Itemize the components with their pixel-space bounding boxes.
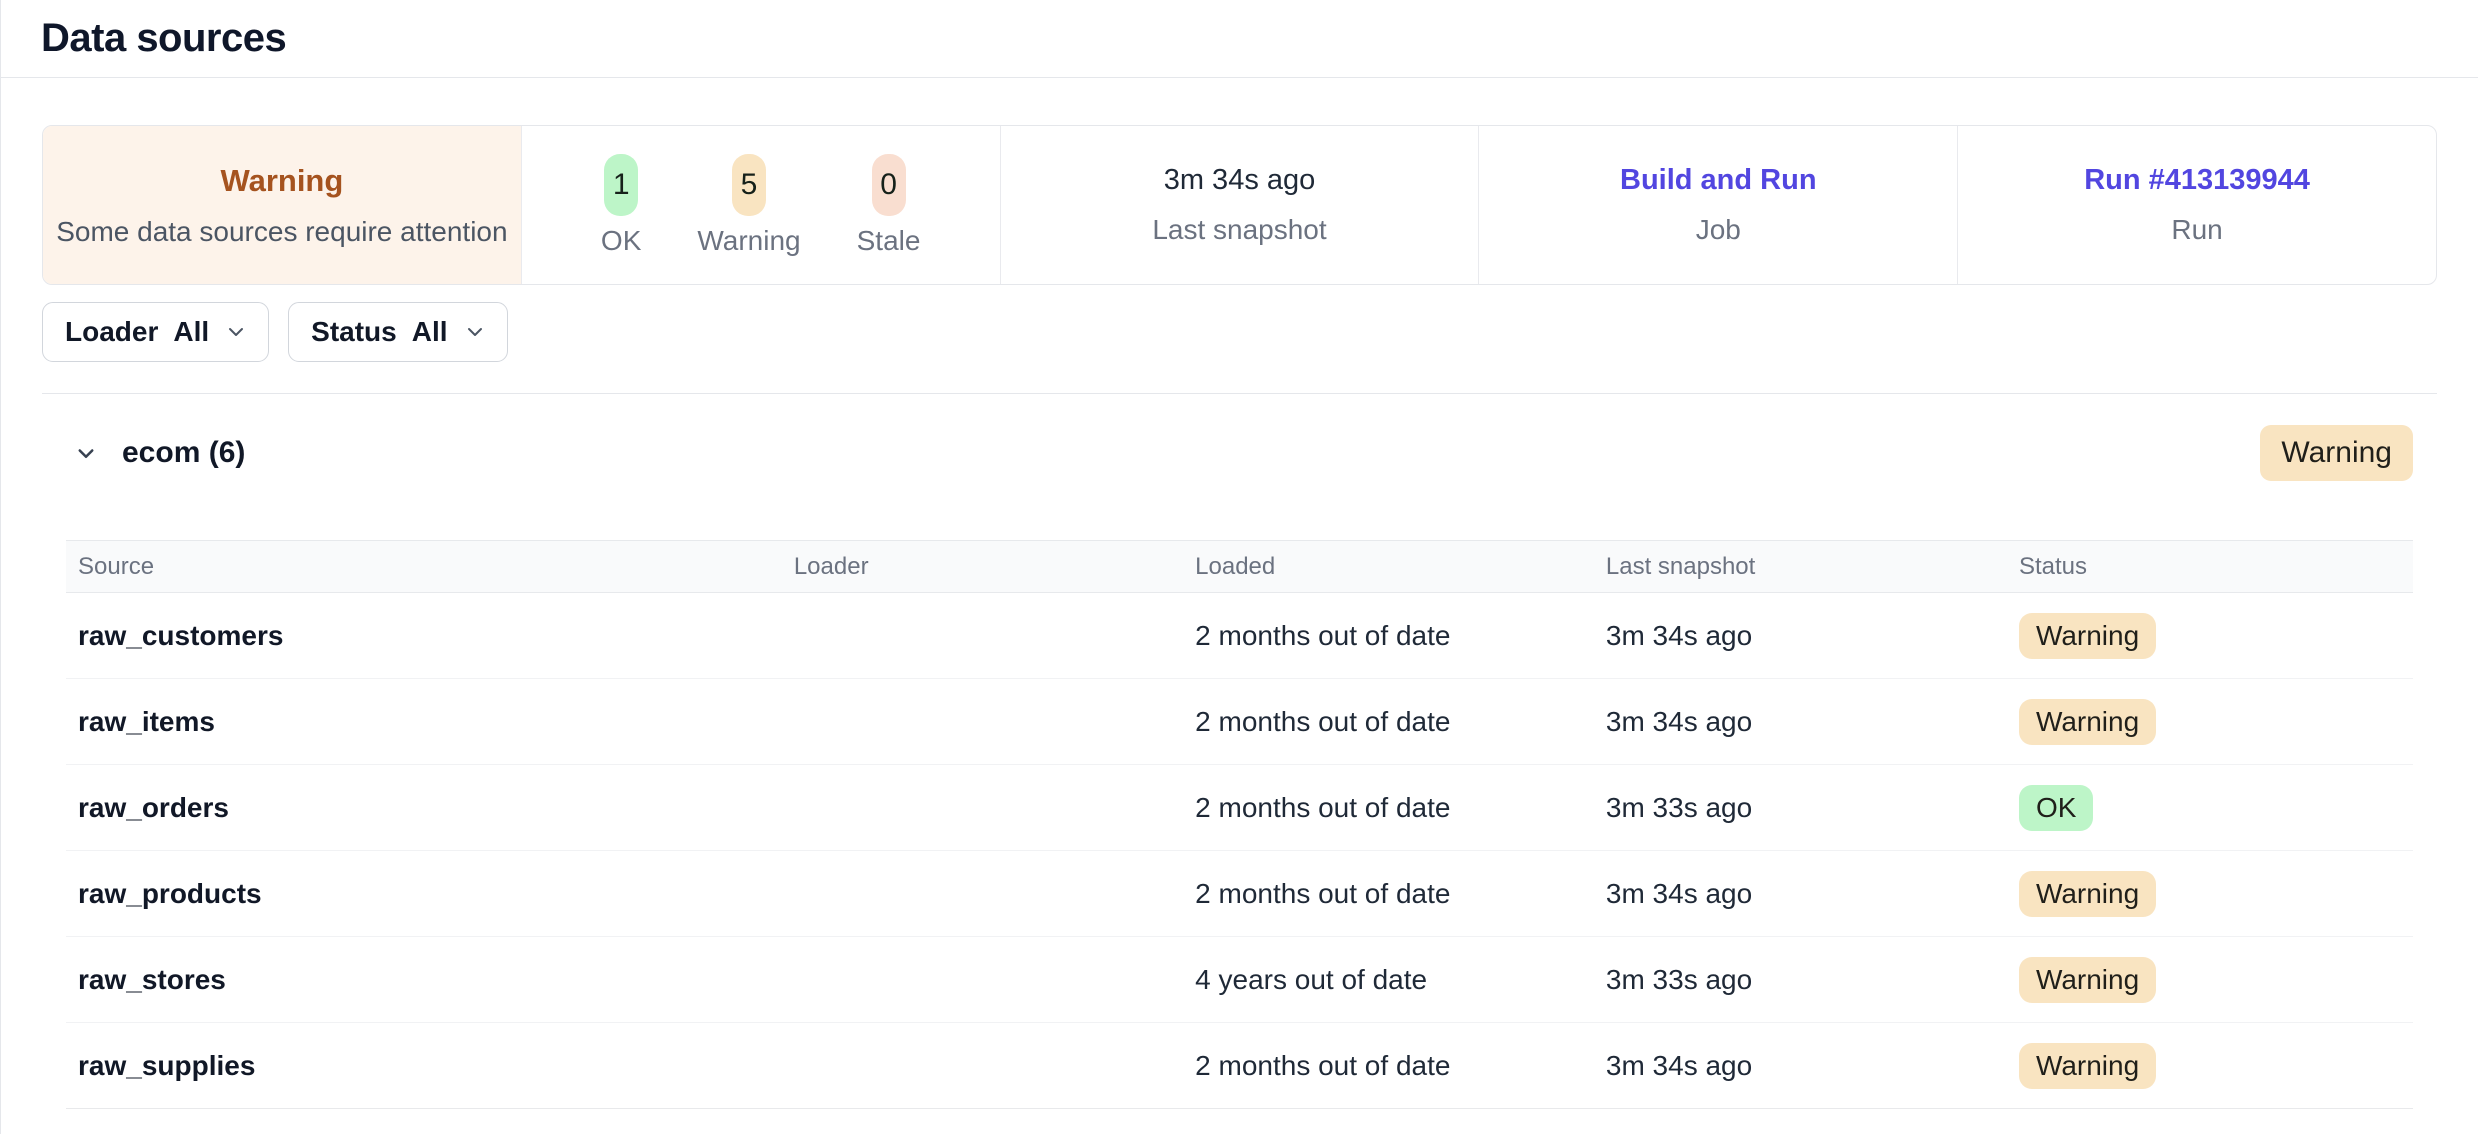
column-header-loader: Loader bbox=[782, 553, 1183, 581]
last-snapshot-cell: 3m 34s ago bbox=[1594, 620, 2007, 652]
loaded-cell: 2 months out of date bbox=[1183, 620, 1594, 652]
loaded-cell: 2 months out of date bbox=[1183, 706, 1594, 738]
status-filter-dropdown[interactable]: Status All bbox=[288, 302, 507, 362]
last-snapshot-value: 3m 34s ago bbox=[1164, 164, 1316, 197]
run-card: Run #413139944 Run bbox=[1957, 126, 2436, 284]
count-warning: 5 Warning bbox=[697, 154, 800, 257]
job-label: Job bbox=[1696, 214, 1741, 246]
count-stale: 0 Stale bbox=[857, 154, 921, 257]
last-snapshot-cell: 3m 33s ago bbox=[1594, 792, 2007, 824]
run-link[interactable]: Run #413139944 bbox=[2084, 164, 2310, 197]
column-header-last-snapshot: Last snapshot bbox=[1594, 553, 2007, 581]
chevron-down-icon[interactable] bbox=[71, 438, 101, 468]
table-row: raw_supplies 2 months out of date 3m 34s… bbox=[66, 1023, 2413, 1109]
group-header-ecom[interactable]: ecom (6) Warning bbox=[66, 424, 2413, 481]
filter-bar: Loader All Status All bbox=[42, 302, 2437, 362]
last-snapshot-cell: 3m 34s ago bbox=[1594, 878, 2007, 910]
ok-count-pill: 1 bbox=[604, 154, 638, 216]
last-snapshot-label: Last snapshot bbox=[1152, 214, 1326, 246]
table-row: raw_stores 4 years out of date 3m 33s ag… bbox=[66, 937, 2413, 1023]
content-area: Warning Some data sources require attent… bbox=[1, 125, 2478, 1109]
overall-status-subtitle: Some data sources require attention bbox=[56, 216, 507, 248]
job-link[interactable]: Build and Run bbox=[1620, 164, 1817, 197]
column-header-source: Source bbox=[66, 553, 782, 581]
loader-filter-value: All bbox=[173, 316, 209, 348]
ok-count-label: OK bbox=[601, 225, 641, 257]
source-name: raw_orders bbox=[66, 792, 782, 824]
page-header: Data sources bbox=[1, 0, 2478, 78]
loaded-cell: 2 months out of date bbox=[1183, 1050, 1594, 1082]
table-row: raw_orders 2 months out of date 3m 33s a… bbox=[66, 765, 2413, 851]
loader-filter-dropdown[interactable]: Loader All bbox=[42, 302, 269, 362]
warning-count-pill: 5 bbox=[732, 154, 766, 216]
table-row: raw_items 2 months out of date 3m 34s ag… bbox=[66, 679, 2413, 765]
status-filter-label: Status bbox=[311, 316, 397, 348]
group-status-badge: Warning bbox=[2260, 425, 2413, 481]
source-name: raw_stores bbox=[66, 964, 782, 996]
loaded-cell: 2 months out of date bbox=[1183, 878, 1594, 910]
source-name: raw_supplies bbox=[66, 1050, 782, 1082]
table-header-row: Source Loader Loaded Last snapshot Statu… bbox=[66, 540, 2413, 593]
status-badge: Warning bbox=[2019, 1043, 2156, 1089]
job-card: Build and Run Job bbox=[1478, 126, 1957, 284]
last-snapshot-card: 3m 34s ago Last snapshot bbox=[1000, 126, 1479, 284]
status-counts-card: 1 OK 5 Warning 0 Stale bbox=[521, 126, 1000, 284]
column-header-status: Status bbox=[2007, 553, 2413, 581]
source-name: raw_customers bbox=[66, 620, 782, 652]
loaded-cell: 4 years out of date bbox=[1183, 964, 1594, 996]
section-divider bbox=[42, 393, 2437, 394]
status-badge: OK bbox=[2019, 785, 2093, 831]
status-filter-value: All bbox=[412, 316, 448, 348]
page-title: Data sources bbox=[41, 16, 286, 61]
stale-count-label: Stale bbox=[857, 225, 921, 257]
status-badge: Warning bbox=[2019, 871, 2156, 917]
table-row: raw_products 2 months out of date 3m 34s… bbox=[66, 851, 2413, 937]
chevron-down-icon bbox=[224, 320, 248, 344]
data-sources-table: Source Loader Loaded Last snapshot Statu… bbox=[66, 540, 2413, 1109]
overall-status-title: Warning bbox=[220, 163, 343, 199]
count-ok: 1 OK bbox=[601, 154, 641, 257]
source-group: ecom (6) Warning Source Loader Loaded La… bbox=[42, 424, 2437, 1109]
last-snapshot-cell: 3m 33s ago bbox=[1594, 964, 2007, 996]
status-summary-bar: Warning Some data sources require attent… bbox=[42, 125, 2437, 285]
loaded-cell: 2 months out of date bbox=[1183, 792, 1594, 824]
source-name: raw_products bbox=[66, 878, 782, 910]
loader-filter-label: Loader bbox=[65, 316, 158, 348]
group-title: ecom (6) bbox=[122, 436, 245, 470]
status-badge: Warning bbox=[2019, 613, 2156, 659]
overall-status-card: Warning Some data sources require attent… bbox=[43, 126, 521, 284]
table-row: raw_customers 2 months out of date 3m 34… bbox=[66, 593, 2413, 679]
source-name: raw_items bbox=[66, 706, 782, 738]
warning-count-label: Warning bbox=[697, 225, 800, 257]
run-label: Run bbox=[2171, 214, 2222, 246]
status-counts: 1 OK 5 Warning 0 Stale bbox=[601, 154, 921, 257]
column-header-loaded: Loaded bbox=[1183, 553, 1594, 581]
status-badge: Warning bbox=[2019, 699, 2156, 745]
status-badge: Warning bbox=[2019, 957, 2156, 1003]
chevron-down-icon bbox=[463, 320, 487, 344]
last-snapshot-cell: 3m 34s ago bbox=[1594, 706, 2007, 738]
stale-count-pill: 0 bbox=[872, 154, 906, 216]
last-snapshot-cell: 3m 34s ago bbox=[1594, 1050, 2007, 1082]
